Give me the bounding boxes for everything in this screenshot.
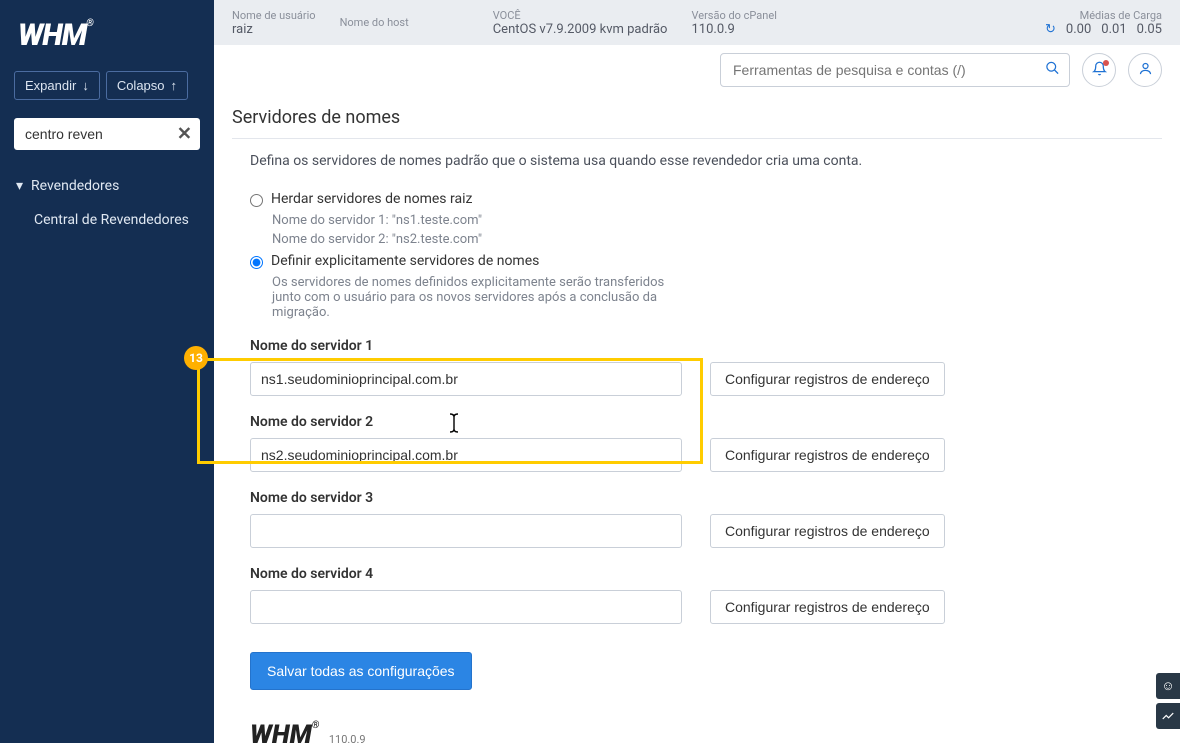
notification-dot-icon	[1103, 60, 1109, 66]
whm-logo: WHM®	[0, 0, 214, 61]
footer-version: 110.0.9	[329, 733, 366, 743]
host-label: Nome do host	[340, 16, 409, 29]
radio-inherit-label: Herdar servidores de nomes raiz	[271, 191, 472, 207]
arrow-down-icon: ↓	[82, 78, 89, 93]
load-label: Médias de Carga	[1045, 9, 1162, 22]
side-tab-1[interactable]: ☺	[1156, 673, 1180, 699]
ns3-label: Nome do servidor 3	[250, 490, 1162, 506]
collapse-button[interactable]: Colapso ↑	[106, 71, 188, 100]
topbar: Nome de usuário raiz Nome do host VOCÊ C…	[214, 0, 1180, 45]
ns2-input[interactable]	[250, 438, 682, 472]
nav-section-revendedores[interactable]: ▾ Revendedores	[0, 168, 214, 204]
cpanel-value: 110.0.9	[691, 22, 776, 37]
sidebar: WHM® Expandir ↓ Colapso ↑ ✕ ▾ Revendedor…	[0, 0, 214, 743]
main-content: Servidores de nomes Defina os servidores…	[214, 95, 1180, 743]
side-tab-2[interactable]	[1156, 703, 1180, 729]
ns1-configure-button[interactable]: Configurar registros de endereço	[710, 362, 945, 396]
page-description: Defina os servidores de nomes padrão que…	[232, 153, 1162, 169]
radio-inherit[interactable]	[250, 194, 263, 207]
annotation-badge: 13	[184, 346, 208, 370]
nav-item-central-revendedores[interactable]: Central de Revendedores	[0, 204, 214, 236]
ns4-input[interactable]	[250, 590, 682, 624]
ns3-input[interactable]	[250, 514, 682, 548]
notifications-button[interactable]	[1082, 53, 1116, 87]
expand-button[interactable]: Expandir ↓	[14, 71, 100, 100]
sidebar-search-input[interactable]	[14, 118, 200, 150]
user-menu-button[interactable]	[1128, 53, 1162, 87]
clear-search-icon[interactable]: ✕	[177, 124, 192, 145]
load-2: 0.01	[1101, 22, 1126, 37]
radio-inherit-sub2: Nome do servidor 2: "ns2.teste.com"	[250, 232, 1162, 247]
ns2-label: Nome do servidor 2	[250, 414, 1162, 430]
os-value: CentOS v7.9.2009 kvm padrão	[493, 22, 668, 37]
load-3: 0.05	[1137, 22, 1162, 37]
arrow-up-icon: ↑	[171, 78, 178, 93]
side-tabs: ☺	[1156, 673, 1180, 733]
search-icon[interactable]	[1045, 61, 1060, 80]
ns1-input[interactable]	[250, 362, 682, 396]
radio-explicit-label: Definir explicitamente servidores de nom…	[271, 253, 539, 269]
ns4-label: Nome do servidor 4	[250, 566, 1162, 582]
refresh-icon[interactable]: ↻	[1045, 22, 1056, 37]
footer-logo: WHM®	[250, 720, 319, 743]
radio-explicit-sub: Os servidores de nomes definidos explici…	[250, 275, 690, 320]
ns3-configure-button[interactable]: Configurar registros de endereço	[710, 514, 945, 548]
subbar	[214, 45, 1180, 95]
tool-search-input[interactable]	[720, 53, 1070, 87]
radio-inherit-sub1: Nome do servidor 1: "ns1.teste.com"	[250, 213, 1162, 228]
ns1-label: Nome do servidor 1	[250, 338, 1162, 354]
radio-explicit[interactable]	[250, 256, 263, 269]
page-title: Servidores de nomes	[232, 95, 1162, 138]
os-label: VOCÊ	[493, 9, 668, 22]
ns2-configure-button[interactable]: Configurar registros de endereço	[710, 438, 945, 472]
load-1: 0.00	[1066, 22, 1091, 37]
footer: WHM® 110.0.9 Casa Marcas comerciais Polí…	[232, 690, 1162, 743]
cpanel-label: Versão do cPanel	[691, 9, 776, 22]
ns4-configure-button[interactable]: Configurar registros de endereço	[710, 590, 945, 624]
chevron-down-icon: ▾	[16, 178, 23, 194]
text-cursor-icon	[448, 413, 460, 437]
user-value: raiz	[232, 22, 316, 37]
save-button[interactable]: Salvar todas as configurações	[250, 652, 472, 690]
user-label: Nome de usuário	[232, 9, 316, 22]
user-icon	[1138, 61, 1153, 80]
